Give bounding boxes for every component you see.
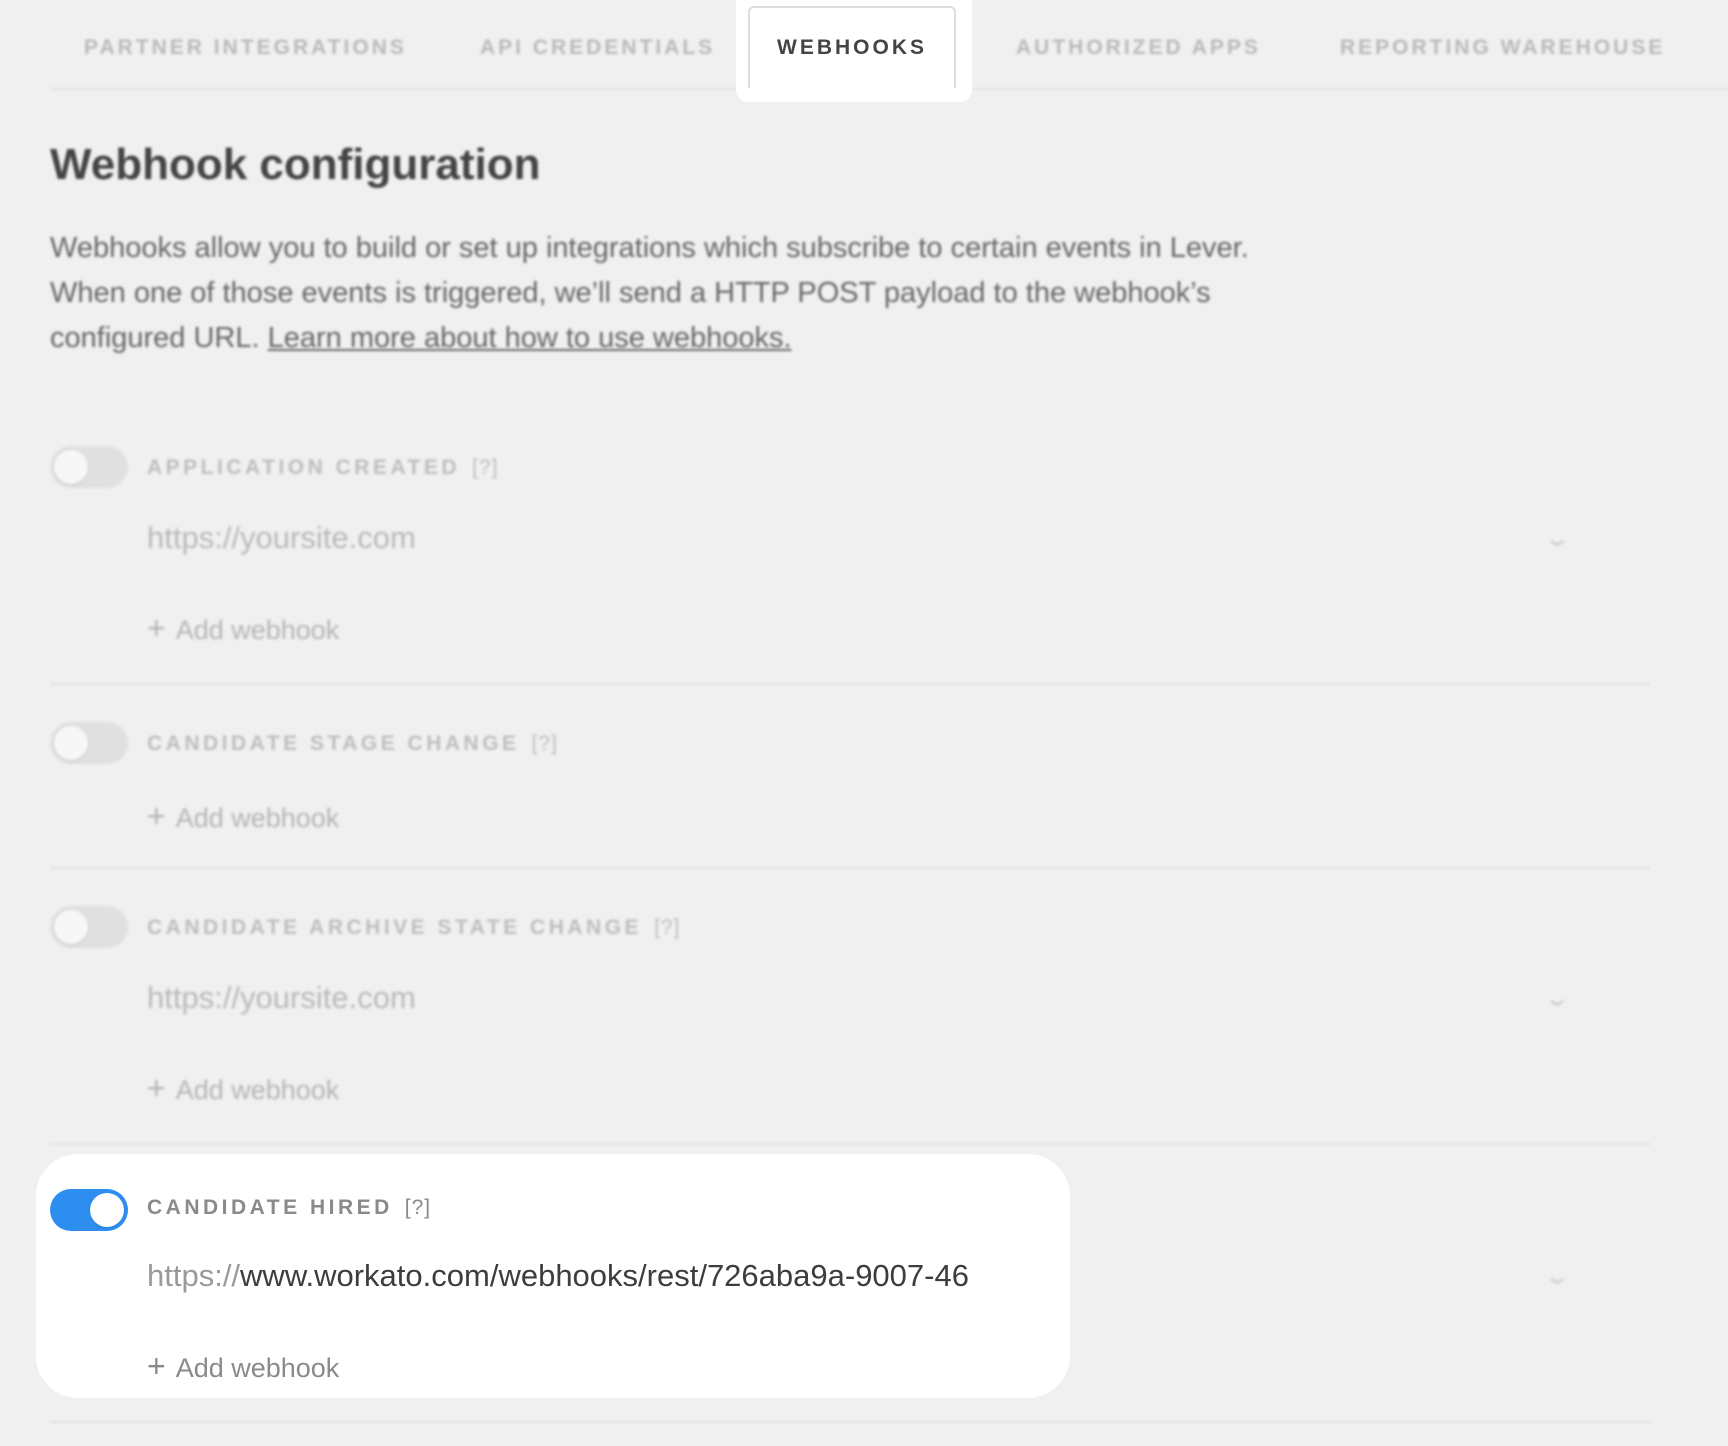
webhook-section-application-created: APPLICATION CREATED [?] https://yoursite.…	[50, 446, 1650, 666]
url-input[interactable]: https://yoursite.com ⌄	[147, 980, 1571, 1026]
event-name: CANDIDATE HIRED	[147, 1196, 393, 1219]
toggle-knob	[54, 910, 88, 944]
url-value: yoursite.com	[240, 520, 416, 555]
chevron-down-icon[interactable]: ⌄	[1543, 1262, 1571, 1291]
url-prefix: https://	[147, 520, 241, 555]
url-prefix: https://	[147, 1258, 241, 1293]
toggle-knob	[54, 726, 88, 760]
tab-reporting-warehouse[interactable]: REPORTING WAREHOUSE	[1340, 36, 1665, 60]
divider	[50, 1421, 1650, 1423]
plus-icon: +	[147, 1348, 166, 1384]
toggle-candidate-archive-state-change[interactable]	[50, 906, 128, 948]
add-webhook-label: Add webhook	[175, 1353, 340, 1383]
page-title: Webhook configuration	[50, 140, 541, 189]
event-name: CANDIDATE ARCHIVE STATE CHANGE	[147, 916, 643, 939]
event-label: CANDIDATE ARCHIVE STATE CHANGE [?]	[147, 916, 680, 940]
add-webhook-button[interactable]: + Add webhook	[147, 1070, 339, 1107]
url-value: yoursite.com	[240, 980, 416, 1015]
add-webhook-button[interactable]: + Add webhook	[147, 1348, 339, 1385]
url-input[interactable]: https://www.workato.com/webhooks/rest/72…	[147, 1258, 1571, 1304]
help-link[interactable]: [?]	[532, 732, 558, 755]
webhook-section-candidate-hired: CANDIDATE HIRED [?] https://www.workato.c…	[50, 1184, 1650, 1394]
chevron-down-icon[interactable]: ⌄	[1543, 524, 1571, 553]
add-webhook-label: Add webhook	[175, 1075, 340, 1105]
toggle-candidate-stage-change[interactable]	[50, 722, 128, 764]
toggle-application-created[interactable]	[50, 446, 128, 488]
learn-more-link[interactable]: Learn more about how to use webhooks.	[268, 322, 792, 354]
plus-icon: +	[147, 610, 166, 646]
webhook-section-candidate-archive-state-change: CANDIDATE ARCHIVE STATE CHANGE [?] https:…	[50, 906, 1650, 1126]
add-webhook-button[interactable]: + Add webhook	[147, 610, 339, 647]
webhook-section-candidate-stage-change: CANDIDATE STAGE CHANGE [?] + Add webhook	[50, 722, 1650, 835]
chevron-down-icon[interactable]: ⌄	[1543, 984, 1571, 1013]
plus-icon: +	[147, 1070, 166, 1106]
add-webhook-button[interactable]: + Add webhook	[147, 798, 339, 835]
help-link[interactable]: [?]	[654, 916, 680, 939]
add-webhook-label: Add webhook	[175, 615, 340, 645]
url-prefix: https://	[147, 980, 241, 1015]
url-value: www.workato.com/webhooks/rest/726aba9a-9…	[240, 1258, 969, 1293]
tab-webhooks[interactable]: WEBHOOKS	[748, 6, 956, 88]
plus-icon: +	[147, 798, 166, 834]
help-link[interactable]: [?]	[472, 456, 498, 479]
event-label: CANDIDATE STAGE CHANGE [?]	[147, 732, 558, 756]
url-input[interactable]: https://yoursite.com ⌄	[147, 520, 1571, 566]
toggle-knob	[90, 1193, 124, 1227]
event-name: CANDIDATE STAGE CHANGE	[147, 732, 520, 755]
event-label: APPLICATION CREATED [?]	[147, 456, 498, 480]
tab-partner-integrations[interactable]: PARTNER INTEGRATIONS	[84, 36, 407, 60]
divider	[50, 683, 1650, 685]
toggle-knob	[54, 450, 88, 484]
divider	[50, 867, 1650, 869]
toggle-candidate-hired[interactable]	[50, 1189, 128, 1231]
tab-authorized-apps[interactable]: AUTHORIZED APPS	[1016, 36, 1261, 60]
tab-api-credentials[interactable]: API CREDENTIALS	[480, 36, 715, 60]
add-webhook-label: Add webhook	[175, 803, 340, 833]
event-label: CANDIDATE HIRED [?]	[147, 1196, 431, 1220]
event-name: APPLICATION CREATED	[147, 456, 461, 479]
help-link[interactable]: [?]	[405, 1196, 431, 1219]
intro-text: Webhooks allow you to build or set up in…	[50, 226, 1250, 361]
divider	[50, 1143, 1650, 1145]
